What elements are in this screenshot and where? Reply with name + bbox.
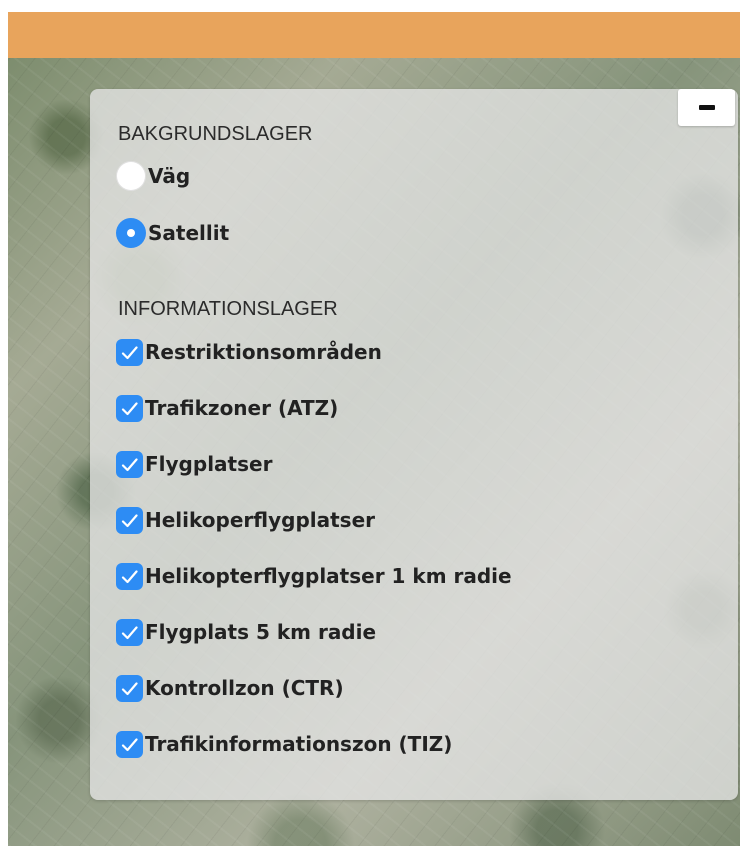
layer-option-label: Helikopterflygplatser 1 km radie — [145, 564, 512, 588]
checkmark-icon — [121, 737, 138, 751]
layer-option-label: Trafikinformationszon (TIZ) — [145, 732, 453, 756]
layer-option-restriktionsomraden[interactable]: Restriktionsområden — [116, 335, 382, 369]
layer-control-panel: BAKGRUNDSLAGER Väg Satellit INFORMATIONS… — [90, 89, 738, 800]
layer-option-label: Flygplats 5 km radie — [145, 620, 377, 644]
top-bar — [8, 12, 740, 58]
checkmark-icon — [121, 513, 138, 527]
layer-option-flygplatser[interactable]: Flygplatser — [116, 447, 272, 481]
layer-option-label: Flygplatser — [145, 452, 273, 476]
radio-unchecked-icon[interactable] — [116, 161, 146, 191]
map-viewport[interactable]: BAKGRUNDSLAGER Väg Satellit INFORMATIONS… — [8, 12, 740, 846]
layer-option-kontrollzon[interactable]: Kontrollzon (CTR) — [116, 671, 344, 705]
radio-option-satellit[interactable]: Satellit — [116, 216, 229, 250]
checkbox[interactable] — [116, 450, 143, 478]
checkmark-icon — [121, 681, 138, 695]
layer-option-helikoperflygplatser[interactable]: Helikoperflygplatser — [116, 503, 375, 537]
checkbox[interactable] — [116, 338, 143, 366]
radio-option-label: Satellit — [148, 221, 230, 245]
layer-option-label: Helikoperflygplatser — [145, 508, 375, 532]
checkbox[interactable] — [116, 562, 143, 590]
layer-option-label: Trafikzoner (ATZ) — [145, 396, 339, 420]
layer-option-trafikinformationszon[interactable]: Trafikinformationszon (TIZ) — [116, 727, 452, 761]
minus-icon — [699, 105, 715, 110]
radio-option-label: Väg — [148, 164, 191, 188]
checkbox[interactable] — [116, 394, 143, 422]
layer-option-trafikzoner[interactable]: Trafikzoner (ATZ) — [116, 391, 338, 425]
layer-option-label: Restriktionsområden — [145, 340, 382, 364]
checkbox[interactable] — [116, 618, 143, 646]
background-layers-heading: BAKGRUNDSLAGER — [118, 123, 313, 145]
checkmark-icon — [121, 457, 138, 471]
radio-option-vag[interactable]: Väg — [116, 159, 190, 193]
checkmark-icon — [121, 401, 138, 415]
collapse-panel-button[interactable] — [678, 89, 735, 126]
checkbox[interactable] — [116, 730, 143, 758]
checkbox[interactable] — [116, 506, 143, 534]
layer-option-flygplats-5km[interactable]: Flygplats 5 km radie — [116, 615, 376, 649]
layer-option-label: Kontrollzon (CTR) — [145, 676, 344, 700]
checkmark-icon — [121, 625, 138, 639]
layer-option-helikopterflygplatser-1km[interactable]: Helikopterflygplatser 1 km radie — [116, 559, 512, 593]
checkmark-icon — [121, 569, 138, 583]
radio-checked-icon[interactable] — [116, 218, 146, 248]
checkbox[interactable] — [116, 674, 143, 702]
information-layers-heading: INFORMATIONSLAGER — [118, 298, 338, 320]
checkmark-icon — [121, 345, 138, 359]
